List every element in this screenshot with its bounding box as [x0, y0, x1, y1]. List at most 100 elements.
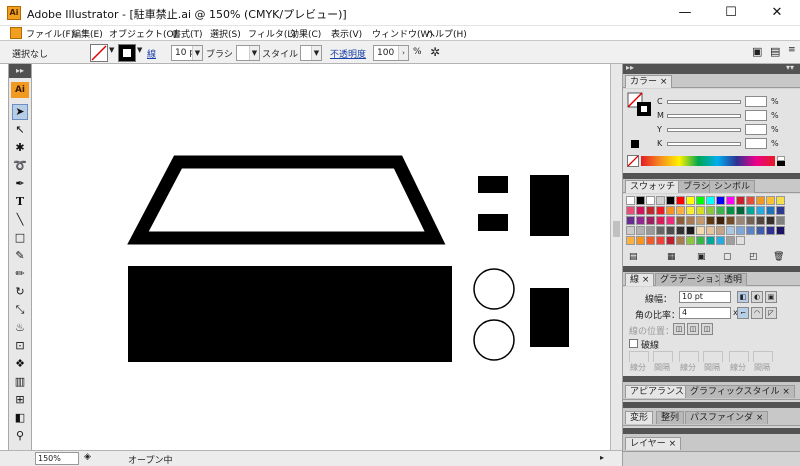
color-swatch[interactable] — [776, 216, 785, 225]
line-tool-icon[interactable]: ╲ — [12, 212, 28, 228]
stroke-dropdown-arrow[interactable]: ▼ — [137, 46, 142, 54]
opacity-field[interactable]: 100 › — [373, 45, 409, 61]
eyedropper-tool-icon[interactable]: ⚲ — [12, 428, 28, 444]
color-swatch[interactable] — [696, 196, 705, 205]
color-swatch[interactable] — [696, 236, 705, 245]
color-swatch[interactable] — [686, 196, 695, 205]
show-kinds-icon[interactable]: ▦ — [667, 252, 676, 262]
menu-type[interactable]: 書式(T) — [172, 27, 203, 40]
round-cap-icon[interactable]: ◐ — [751, 291, 763, 303]
color-swatch[interactable] — [696, 206, 705, 215]
menu-view[interactable]: 表示(V) — [331, 27, 362, 40]
round-join-icon[interactable]: ◠ — [751, 307, 763, 319]
color-swatch[interactable] — [666, 196, 675, 205]
menu-window[interactable]: ウィンドウ(W) — [372, 27, 433, 40]
toolbox-collapse-button[interactable]: ▸▸ — [9, 64, 31, 78]
color-swatch[interactable] — [766, 196, 775, 205]
color-swatch[interactable] — [726, 236, 735, 245]
color-swatch[interactable] — [726, 206, 735, 215]
selection-tool-icon[interactable]: ➤ — [12, 104, 28, 120]
color-swatch[interactable] — [746, 226, 755, 235]
menu-edit[interactable]: 編集(E) — [72, 27, 103, 40]
new-swatch-icon[interactable]: ◰ — [749, 252, 758, 262]
tab-layers[interactable]: レイヤー × — [625, 437, 682, 450]
graph-tool-icon[interactable]: ▥ — [12, 374, 28, 390]
pen-tool-icon[interactable]: ✒ — [12, 176, 28, 192]
color-swatch[interactable] — [696, 216, 705, 225]
small-rectangle-shape-top[interactable] — [478, 176, 508, 193]
color-swatch[interactable] — [626, 226, 635, 235]
color-swatch[interactable] — [656, 236, 665, 245]
color-swatch[interactable] — [686, 236, 695, 245]
document-setup-icon[interactable]: ▣ — [752, 45, 762, 58]
scroll-right-icon[interactable]: ▸ — [600, 453, 604, 462]
color-swatch[interactable] — [646, 216, 655, 225]
stroke-weight-field[interactable]: 10 pt ▼ — [171, 45, 203, 61]
color-swatch[interactable] — [776, 226, 785, 235]
color-swatch[interactable] — [716, 216, 725, 225]
color-swatch[interactable] — [676, 216, 685, 225]
fill-color-button[interactable] — [90, 44, 108, 62]
color-swatch[interactable] — [646, 236, 655, 245]
align-center-icon[interactable]: ◫ — [673, 323, 685, 335]
rotate-tool-icon[interactable]: ↻ — [12, 284, 28, 300]
free-transform-tool-icon[interactable]: ⊡ — [12, 338, 28, 354]
color-swatch[interactable] — [746, 196, 755, 205]
symbol-sprayer-tool-icon[interactable]: ❖ — [12, 356, 28, 372]
status-menu-icon[interactable]: ◈ — [84, 452, 91, 462]
color-swatch[interactable] — [646, 196, 655, 205]
tall-rectangle-shape-bottom[interactable] — [530, 288, 569, 347]
cyan-value-field[interactable] — [745, 96, 767, 107]
color-swatch[interactable] — [636, 236, 645, 245]
color-swatch[interactable] — [736, 236, 745, 245]
mesh-tool-icon[interactable]: ⊞ — [12, 392, 28, 408]
color-swatch[interactable] — [756, 226, 765, 235]
tab-pathfinder[interactable]: パスファインダ × — [685, 411, 769, 424]
document-icon[interactable] — [10, 27, 22, 39]
menu-file[interactable]: ファイル(F) — [26, 27, 74, 40]
magenta-value-field[interactable] — [745, 110, 767, 121]
menu-select[interactable]: 選択(S) — [210, 27, 241, 40]
color-swatch[interactable] — [656, 216, 665, 225]
lasso-tool-icon[interactable]: ➰ — [12, 158, 28, 174]
color-swatch[interactable] — [676, 196, 685, 205]
menu-object[interactable]: オブジェクト(O) — [109, 27, 177, 40]
yellow-track[interactable] — [667, 128, 741, 132]
color-swatch[interactable] — [746, 206, 755, 215]
color-swatch[interactable] — [706, 226, 715, 235]
color-swatch[interactable] — [756, 216, 765, 225]
color-swatch[interactable] — [726, 226, 735, 235]
color-swatch[interactable] — [686, 226, 695, 235]
color-swatch[interactable] — [766, 216, 775, 225]
tab-symbols[interactable]: シンボル — [709, 180, 756, 193]
cyan-track[interactable] — [667, 100, 741, 104]
recolor-artwork-icon[interactable]: ✲ — [430, 45, 440, 59]
color-swatch[interactable] — [736, 226, 745, 235]
bevel-join-icon[interactable]: ◸ — [765, 307, 777, 319]
color-swatch[interactable] — [766, 206, 775, 215]
color-swatch[interactable] — [646, 226, 655, 235]
color-swatch[interactable] — [716, 206, 725, 215]
type-tool-icon[interactable]: T — [12, 194, 28, 210]
color-swatch[interactable] — [656, 226, 665, 235]
color-swatch[interactable] — [736, 216, 745, 225]
color-swatch[interactable] — [626, 216, 635, 225]
circle-shape-top[interactable] — [473, 268, 515, 310]
align-inside-icon[interactable]: ◫ — [687, 323, 699, 335]
color-swatch[interactable] — [646, 206, 655, 215]
magenta-track[interactable] — [667, 114, 741, 118]
black-track[interactable] — [667, 142, 741, 146]
color-swatch[interactable] — [716, 196, 725, 205]
color-swatch[interactable] — [636, 196, 645, 205]
color-swatch[interactable] — [726, 216, 735, 225]
large-rectangle-shape[interactable] — [128, 266, 452, 362]
menu-effect[interactable]: 効果(C) — [290, 27, 321, 40]
color-swatch[interactable] — [686, 206, 695, 215]
color-swatch[interactable] — [626, 236, 635, 245]
swatch-library-icon[interactable]: ▤ — [629, 252, 638, 262]
tab-graphic-styles[interactable]: グラフィックスタイル × — [685, 385, 795, 398]
color-swatch[interactable] — [636, 216, 645, 225]
color-swatch[interactable] — [656, 196, 665, 205]
warp-tool-icon[interactable]: ♨ — [12, 320, 28, 336]
last-color-swatch[interactable] — [631, 140, 639, 148]
